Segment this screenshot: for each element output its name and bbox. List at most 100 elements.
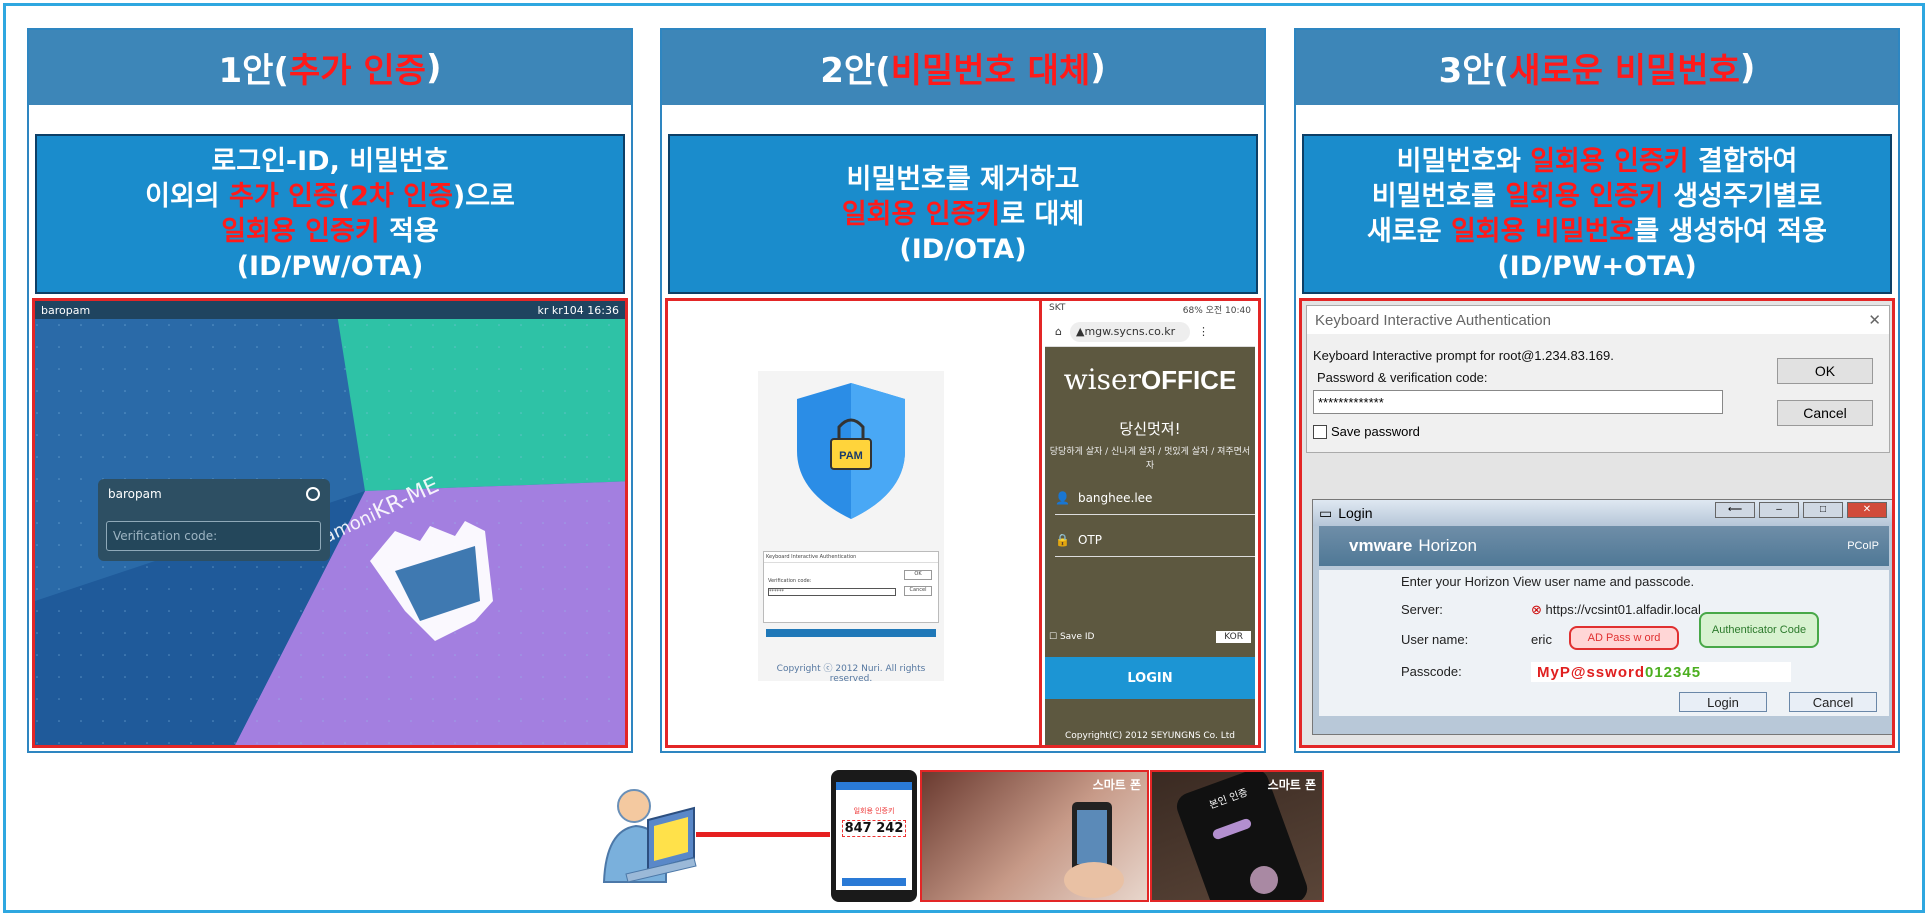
highlight-text: 일회용 인증키 <box>1530 146 1689 177</box>
maximize-icon[interactable]: □ <box>1803 502 1843 518</box>
phone-login-button[interactable]: LOGIN <box>1045 657 1255 699</box>
description-text: 를 생성하여 적용 <box>1634 216 1827 247</box>
dialog-field-label: Password & verification code: <box>1317 370 1488 385</box>
vmware-login-button[interactable]: Login <box>1679 692 1767 712</box>
password-verification-input[interactable]: ************* <box>1313 390 1723 414</box>
tray-status: kr kr104 16:36 <box>537 303 619 317</box>
passcode-input[interactable]: MyP@ssword 012345 <box>1531 662 1791 682</box>
login-card: baropam Verification code: <box>98 479 330 561</box>
description-text: 비밀번호를 <box>1371 181 1506 212</box>
panel-option-2: 2안(비밀번호 대체) 비밀번호를 제거하고 일회용 인증키로 대체 (ID/OTA… <box>660 28 1266 753</box>
minimize-icon[interactable]: – <box>1759 502 1799 518</box>
highlight-text: 일회용 인증키 <box>1505 181 1664 212</box>
panel-option-1: 1안(추가 인증) 로그인-ID, 비밀번호 이외의 추가 인증(2차 인증)으로… <box>27 28 633 753</box>
panel-option-3: 3안(새로운 비밀번호) 비밀번호와 일회용 인증키 결합하여 비밀번호를 일회용… <box>1294 28 1900 753</box>
phone-otp-field[interactable]: 🔒 OTP <box>1055 523 1255 557</box>
photo-2-label: 스마트 폰 <box>1267 778 1316 792</box>
home-icon[interactable]: ⌂ <box>1055 325 1062 338</box>
otp-code: 847 242 <box>842 820 906 837</box>
close-icon[interactable]: ✕ <box>1868 311 1881 329</box>
description-line: (ID/PW/OTA) <box>237 249 424 284</box>
pam-submit-bar[interactable] <box>766 629 936 637</box>
pam-ok-button[interactable]: OK <box>904 570 932 580</box>
dialog-titlebar: Keyboard Interactive Authentication ✕ <box>1307 306 1889 334</box>
description-line: (ID/PW+OTA) <box>1497 249 1696 284</box>
hostname-label: baropam <box>41 303 91 317</box>
session-icon[interactable] <box>306 487 320 501</box>
panel-2-description: 비밀번호를 제거하고 일회용 인증키로 대체 (ID/OTA) <box>668 134 1258 294</box>
description-line: 비밀번호를 제거하고 <box>847 162 1080 197</box>
browser-url-bar: ⌂ ▲ mgw.sycns.co.kr ⋮ <box>1045 317 1255 347</box>
server-label: Server: <box>1401 602 1443 617</box>
phone-save-id[interactable]: ☐ Save ID KOR <box>1049 631 1251 643</box>
passcode-label: Passcode: <box>1401 664 1462 679</box>
username-label: User name: <box>1401 632 1469 647</box>
pam-dialog-title: Keyboard Interactive Authentication <box>764 552 938 563</box>
otp-confirm-button[interactable] <box>842 878 906 886</box>
description-text: (ID/PW+OTA) <box>1497 251 1697 282</box>
panel-1-description: 로그인-ID, 비밀번호 이외의 추가 인증(2차 인증)으로 일회용 인증키 적용… <box>35 134 625 294</box>
description-text: 적용 <box>379 216 439 247</box>
description-line: 비밀번호와 일회용 인증키 결합하여 <box>1397 144 1798 179</box>
photo-1-label: 스마트 폰 <box>1092 778 1141 792</box>
description-text: (ID/OTA) <box>899 233 1027 265</box>
url-field[interactable]: ▲ mgw.sycns.co.kr <box>1069 321 1190 342</box>
save-password-checkbox[interactable]: Save password <box>1313 424 1420 439</box>
phone-slogan: 당신멋져! <box>1119 420 1181 438</box>
phone-user-field[interactable]: 👤 banghee.lee <box>1055 481 1255 515</box>
cancel-button[interactable]: Cancel <box>1777 400 1873 426</box>
pam-copyright: Copyright ⓒ 2012 Nuri. All rights reserv… <box>776 664 926 684</box>
linux-login-screenshot: baropam kr kr104 16:36 HamoniKR-ME barop… <box>32 298 628 748</box>
description-text: 로그인-ID, 비밀번호 <box>211 146 449 177</box>
top-panel-bar: baropam kr kr104 16:36 <box>35 301 625 319</box>
pam-login-area: PAM Keyboard Interactive Authentication … <box>668 301 1042 745</box>
pam-card: PAM Keyboard Interactive Authentication … <box>758 371 944 684</box>
user-icon: 👤 <box>1055 490 1070 505</box>
login-username: baropam <box>108 487 162 501</box>
description-text: 로 대체 <box>1000 198 1085 230</box>
highlight-text: 일회용 비밀번호 <box>1450 216 1635 247</box>
vmware-cancel-button[interactable]: Cancel <box>1789 692 1877 712</box>
description-line: 일회용 인증키로 대체 <box>842 197 1084 232</box>
pam-dialog: Keyboard Interactive Authentication Veri… <box>763 551 939 623</box>
otp-phone-screen: 일회용 인증키 847 242 <box>836 782 912 890</box>
ok-button[interactable]: OK <box>1777 358 1873 384</box>
verification-code-input[interactable]: Verification code: <box>106 521 321 551</box>
username-input[interactable]: eric <box>1531 632 1552 647</box>
user-laptop-icon <box>602 789 697 883</box>
panel-3-title: 3안(새로운 비밀번호) <box>1296 30 1898 105</box>
authenticator-code-callout: Authenticator Code <box>1699 612 1819 648</box>
windows-auth-screenshot: Keyboard Interactive Authentication ✕ Ke… <box>1299 298 1895 748</box>
otp-phone: 일회용 인증키 847 242 <box>831 770 917 902</box>
description-line: (ID/OTA) <box>899 232 1026 267</box>
keyboard-interactive-dialog: Keyboard Interactive Authentication ✕ Ke… <box>1306 305 1890 453</box>
description-line: 이외의 추가 인증(2차 인증)으로 <box>145 179 515 214</box>
description-text: (ID/PW/OTA) <box>236 251 424 282</box>
phone-subline: 당당하게 살자 / 신나게 살자 / 멋있게 살자 / 져주면서 자 <box>1049 447 1251 471</box>
desktop-background: baropam kr kr104 16:36 HamoniKR-ME barop… <box>35 301 625 745</box>
vmware-brand-bar: vmware Horizon PCoIP <box>1319 526 1889 566</box>
server-value[interactable]: ⊗ https://vcsint01.alfadir.local <box>1531 602 1701 618</box>
close-window-icon[interactable]: ✕ <box>1847 502 1887 518</box>
pam-dialog-input[interactable]: ****** <box>768 588 896 596</box>
description-line: 일회용 인증키 적용 <box>221 214 439 249</box>
menu-icon[interactable]: ⋮ <box>1198 325 1209 338</box>
description-text: 비밀번호와 <box>1396 146 1531 177</box>
description-text: 결합하여 <box>1688 146 1798 177</box>
dialog-prompt: Keyboard Interactive prompt for root@1.2… <box>1313 348 1614 363</box>
language-select[interactable]: KOR <box>1216 631 1251 643</box>
pam-dialog-label: Verification code: <box>768 578 812 584</box>
phone-status-bar: SKT 68% 오전 10:40 <box>1045 301 1255 317</box>
ad-password-callout: AD Pass w ord <box>1569 626 1679 650</box>
pam-cancel-button[interactable]: Cancel <box>904 586 932 596</box>
phone-footer: Copyright(C) 2012 SEYUNGNS Co. Ltd <box>1064 731 1235 741</box>
window-controls: ⟵ – □ ✕ <box>1715 502 1887 518</box>
description-line: 로그인-ID, 비밀번호 <box>211 144 448 179</box>
back-icon[interactable]: ⟵ <box>1715 502 1755 518</box>
description-text: 비밀번호를 제거하고 <box>846 163 1080 195</box>
smartphone-photo-1: 스마트 폰 <box>920 770 1149 902</box>
panel-1-title: 1안(추가 인증) <box>29 30 631 105</box>
window-icon: ▭ <box>1319 504 1333 521</box>
description-text: ( <box>337 181 351 212</box>
smartphone-photo-2: 본인 인증 스마트 폰 <box>1150 770 1324 902</box>
